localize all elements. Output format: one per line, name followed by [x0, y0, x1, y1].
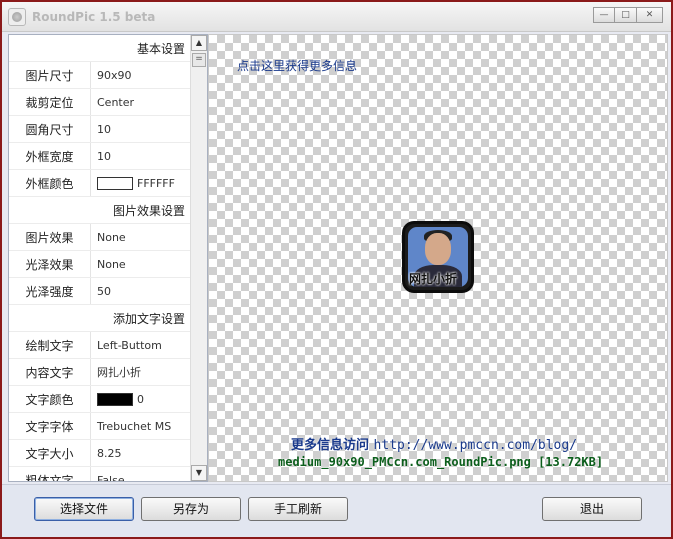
property-value-text: 8.25: [97, 446, 122, 460]
property-value[interactable]: Center: [91, 89, 191, 115]
property-row[interactable]: 外框宽度 10: [9, 143, 191, 170]
visit-label: 更多信息访问: [291, 438, 370, 453]
app-window: RoundPic 1.5 beta — □ ✕ 基本设置 图片尺寸 90x90 裁剪定…: [0, 0, 673, 539]
property-key: 图片尺寸: [9, 62, 91, 88]
property-value[interactable]: 10: [91, 116, 191, 142]
property-value[interactable]: 10: [91, 143, 191, 169]
property-row[interactable]: 图片尺寸 90x90: [9, 62, 191, 89]
restore-button[interactable]: □: [615, 7, 637, 23]
property-row[interactable]: 光泽强度 50: [9, 278, 191, 305]
property-value-text: 50: [97, 284, 111, 298]
property-value[interactable]: None: [91, 224, 191, 250]
property-value-text: 10: [97, 122, 111, 136]
round-thumbnail: 网扎小折: [402, 221, 474, 293]
property-row[interactable]: 文字颜色 0: [9, 386, 191, 413]
property-value-text: None: [97, 230, 126, 244]
property-value-text: 网扎小折: [97, 366, 141, 379]
scroll-up-icon[interactable]: ▲: [191, 35, 207, 51]
property-key: 图片效果: [9, 224, 91, 250]
scroll-thumb[interactable]: =: [192, 53, 206, 67]
property-value-text: None: [97, 257, 126, 271]
property-row[interactable]: 绘制文字 Left-Buttom: [9, 332, 191, 359]
color-swatch[interactable]: [97, 392, 133, 406]
property-key: 文字颜色: [9, 386, 91, 412]
app-icon: [8, 8, 26, 26]
property-value[interactable]: Trebuchet MS: [91, 413, 191, 439]
thumbnail-caption: 网扎小折: [409, 272, 458, 286]
title-bar[interactable]: RoundPic 1.5 beta — □ ✕: [2, 2, 671, 32]
property-value-text: 90x90: [97, 68, 132, 82]
select-file-button[interactable]: 选择文件: [34, 497, 134, 521]
property-row[interactable]: 文字字体 Trebuchet MS: [9, 413, 191, 440]
property-value-text: Trebuchet MS: [97, 419, 172, 433]
property-key: 外框颜色: [9, 170, 91, 196]
save-as-button[interactable]: 另存为: [141, 497, 241, 521]
property-value[interactable]: Left-Buttom: [91, 332, 191, 358]
file-info: medium_90x90_PMCcn.com_RoundPic.png [13.…: [278, 455, 604, 469]
property-section-header[interactable]: 图片效果设置: [9, 197, 191, 224]
property-key: 光泽效果: [9, 251, 91, 277]
property-section-header[interactable]: 添加文字设置: [9, 305, 191, 332]
property-value[interactable]: 0: [91, 386, 191, 412]
property-key: 光泽强度: [9, 278, 91, 304]
property-grid: 基本设置 图片尺寸 90x90 裁剪定位 Center 圆角尺寸 10 外框宽度 10 外框颜色 F…: [8, 34, 208, 482]
property-row[interactable]: 图片效果 None: [9, 224, 191, 251]
portrait-face: [425, 233, 451, 265]
manual-refresh-button[interactable]: 手工刷新: [248, 497, 348, 521]
property-list: 基本设置 图片尺寸 90x90 裁剪定位 Center 圆角尺寸 10 外框宽度 10 外框颜色 F…: [9, 35, 191, 482]
property-value[interactable]: False: [91, 467, 191, 482]
visit-url[interactable]: http://www.pmccn.com/blog/: [374, 438, 578, 453]
window-title: RoundPic 1.5 beta: [32, 10, 156, 24]
property-row[interactable]: 外框颜色 FFFFFF: [9, 170, 191, 197]
property-row[interactable]: 文字大小 8.25: [9, 440, 191, 467]
property-value-text: Left-Buttom: [97, 338, 162, 352]
property-value[interactable]: 50: [91, 278, 191, 304]
close-button[interactable]: ✕: [637, 7, 663, 23]
scroll-down-icon[interactable]: ▼: [191, 465, 207, 481]
property-value-text: FFFFFF: [137, 176, 175, 190]
property-value[interactable]: 网扎小折: [91, 359, 191, 385]
property-value[interactable]: 90x90: [91, 62, 191, 88]
property-key: 圆角尺寸: [9, 116, 91, 142]
property-value[interactable]: 8.25: [91, 440, 191, 466]
property-value-text: 0: [137, 392, 144, 406]
property-key: 文字字体: [9, 413, 91, 439]
property-row[interactable]: 光泽效果 None: [9, 251, 191, 278]
property-value-text: 10: [97, 149, 111, 163]
property-value[interactable]: None: [91, 251, 191, 277]
property-key: 内容文字: [9, 359, 91, 385]
property-key: 绘制文字: [9, 332, 91, 358]
property-row[interactable]: 裁剪定位 Center: [9, 89, 191, 116]
property-row[interactable]: 粗体文字 False: [9, 467, 191, 482]
more-info-link[interactable]: 点击这里获得更多信息: [237, 57, 357, 74]
property-scrollbar[interactable]: ▲ = ▼: [190, 35, 207, 481]
property-section-header[interactable]: 基本设置: [9, 35, 191, 62]
color-swatch[interactable]: [97, 176, 133, 190]
property-row[interactable]: 圆角尺寸 10: [9, 116, 191, 143]
preview-canvas: 点击这里获得更多信息 网扎小折 更多信息访问 http://www.pmccn.…: [208, 34, 668, 482]
property-value-text: Center: [97, 95, 135, 109]
property-key: 文字大小: [9, 440, 91, 466]
minimize-button[interactable]: —: [593, 7, 615, 23]
exit-button[interactable]: 退出: [542, 497, 642, 521]
property-key: 外框宽度: [9, 143, 91, 169]
button-bar: 选择文件 另存为 手工刷新 退出: [2, 484, 671, 537]
property-key: 粗体文字: [9, 467, 91, 481]
property-key: 裁剪定位: [9, 89, 91, 115]
property-value[interactable]: FFFFFF: [91, 170, 191, 196]
property-row[interactable]: 内容文字 网扎小折: [9, 359, 191, 386]
visit-line: 更多信息访问 http://www.pmccn.com/blog/: [291, 434, 577, 453]
property-value-text: False: [97, 473, 125, 482]
window-controls: — □ ✕: [593, 7, 663, 23]
